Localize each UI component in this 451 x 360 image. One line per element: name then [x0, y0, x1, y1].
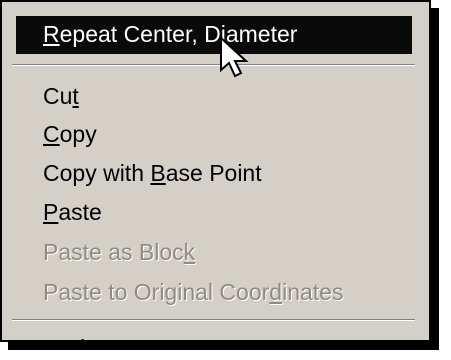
- menu-item-repeat-center-diameter[interactable]: Repeat Center, Diameter: [16, 16, 412, 54]
- menu-shadow-right: [431, 8, 439, 350]
- menu-item-copy[interactable]: Copy: [43, 120, 97, 148]
- arrow-cursor-icon: [220, 36, 249, 78]
- menu-item-copy-with-base-point[interactable]: Copy with Base Point: [43, 159, 262, 187]
- menu-item-paste-to-original-coordinates: Paste to Original Coordinates: [43, 279, 344, 305]
- menu-item-undo[interactable]: Undo: [43, 334, 98, 340]
- menu-shadow-bottom: [8, 342, 439, 350]
- context-menu: Repeat Center, Diameter Cut Copy Copy wi…: [0, 0, 431, 342]
- menu-item-paste-as-block: Paste as Block: [43, 239, 196, 265]
- menu-item-label: Repeat Center, Diameter: [43, 21, 298, 47]
- menu-separator: [12, 319, 415, 321]
- menu-item-paste[interactable]: Paste: [43, 198, 102, 226]
- menu-separator: [12, 64, 415, 66]
- menu-item-cut[interactable]: Cut: [43, 82, 79, 110]
